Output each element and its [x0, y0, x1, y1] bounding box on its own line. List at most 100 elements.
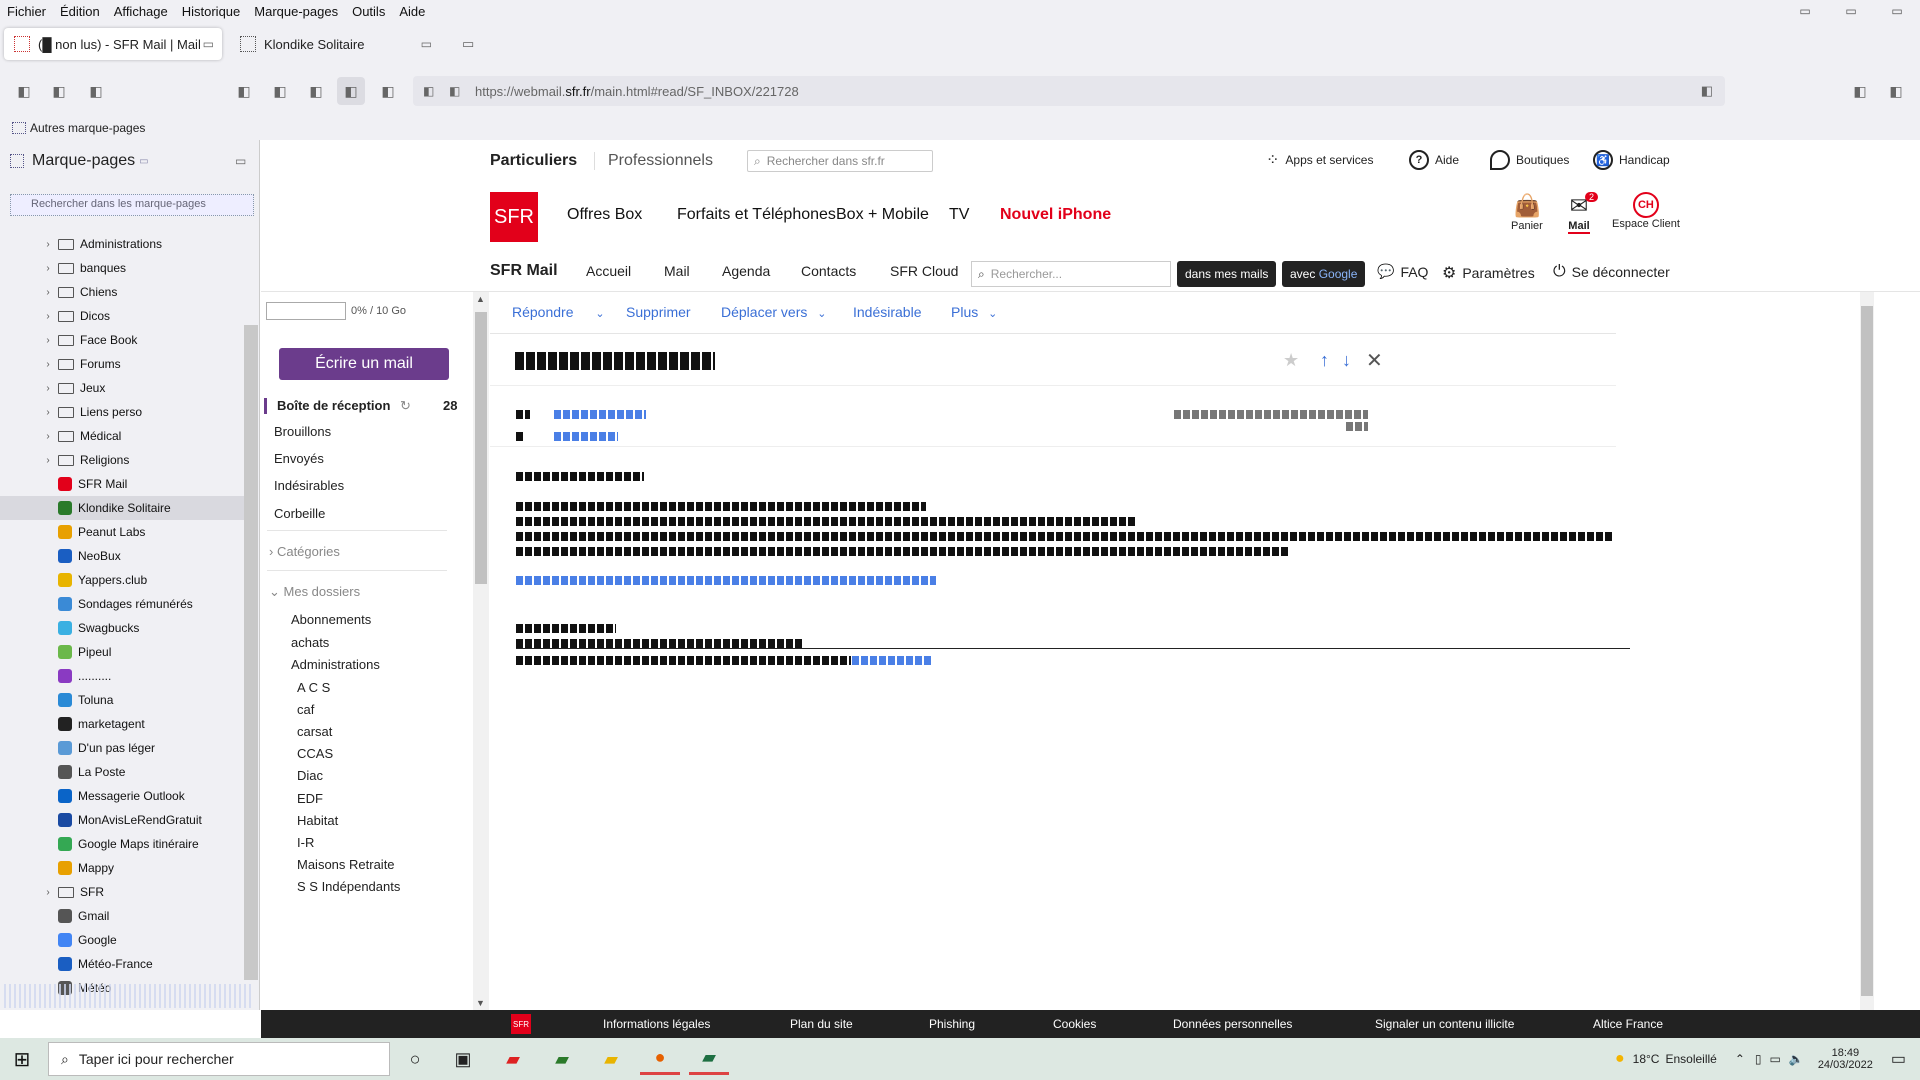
nav-tv[interactable]: TV [949, 206, 969, 224]
folder-envoyes[interactable]: Envoyés [274, 451, 324, 466]
bookmark-item[interactable]: ›Pipeul [0, 640, 244, 664]
bookmark-item[interactable]: ›MonAvisLeRendGratuit [0, 808, 244, 832]
bookmark-item[interactable]: ›Yappers.club [0, 568, 244, 592]
chevron-right-icon[interactable]: › [42, 455, 54, 466]
folders-scroll-thumb[interactable] [475, 312, 487, 584]
bookmark-item[interactable]: › Dicos [0, 304, 244, 328]
menu-fichier[interactable]: Fichier [0, 4, 53, 19]
folder-corbeille[interactable]: Corbeille [274, 506, 325, 521]
categories-toggle[interactable]: › Catégories [269, 544, 340, 559]
forward-icon[interactable]: ◧ [45, 77, 73, 105]
notifications-icon[interactable]: ▭ [1891, 1049, 1906, 1069]
task-view-icon[interactable]: ▣ [443, 1043, 483, 1075]
handicap-link[interactable]: ♿ Handicap [1593, 150, 1670, 170]
nav-forfaits[interactable]: Forfaits et Téléphones [677, 206, 836, 224]
clock[interactable]: 18:49 24/03/2022 [1818, 1047, 1873, 1071]
menu-edition[interactable]: Édition [53, 4, 107, 19]
sfr-search-input[interactable]: ⌕ Rechercher dans sfr.fr [747, 150, 933, 172]
bookmark-item[interactable]: ›Mappy [0, 856, 244, 880]
user-folder-item[interactable]: achats [291, 635, 329, 650]
to-address[interactable] [554, 432, 618, 441]
tab-klondike[interactable]: Klondike Solitaire ▭ [230, 28, 440, 60]
chevron-right-icon[interactable]: › [42, 239, 54, 250]
close-window-icon[interactable]: ▭ [1874, 0, 1920, 22]
sub-folder-item[interactable]: A C S [297, 680, 330, 695]
bookmark-item[interactable]: › SFR [0, 880, 244, 904]
reload-icon[interactable]: ◧ [82, 77, 110, 105]
url-bar[interactable]: ◧ ◧ https://webmail.sfr.fr/main.html#rea… [413, 76, 1725, 106]
toolbar-icon-4[interactable]: ◧ [374, 77, 402, 105]
nav-offres-box[interactable]: Offres Box [567, 206, 642, 224]
chevron-right-icon[interactable]: › [42, 383, 54, 394]
logout-link[interactable]: ⏻ Se déconnecter [1553, 263, 1670, 281]
folder-inbox[interactable]: Boîte de réception ↻ [264, 398, 411, 414]
bookmark-item[interactable]: ›.......... [0, 664, 244, 688]
chevron-right-icon[interactable]: › [42, 311, 54, 322]
subnav-agenda[interactable]: Agenda [722, 263, 770, 279]
weather-desc[interactable]: Ensoleillé [1665, 1052, 1716, 1066]
bookmark-item[interactable]: ›Messagerie Outlook [0, 784, 244, 808]
app-icon-2[interactable]: ▰ [542, 1043, 582, 1075]
taskbar-search-input[interactable]: ⌕ Taper ici pour rechercher [48, 1042, 390, 1076]
nav-nouvel-iphone[interactable]: Nouvel iPhone [1000, 206, 1111, 224]
mail-link[interactable]: ✉ 2 Mail [1566, 192, 1599, 234]
body-link[interactable] [516, 576, 936, 585]
bookmark-item[interactable]: › Médical [0, 424, 244, 448]
sidebar-toggle-icon[interactable]: ◧ [337, 77, 365, 105]
app-menu-icon[interactable]: ◧ [1882, 77, 1910, 105]
spam-button[interactable]: Indésirable [853, 304, 922, 320]
windows-start-icon[interactable]: ⊞ [2, 1043, 42, 1075]
bookmark-item[interactable]: ›marketagent [0, 712, 244, 736]
sub-folder-item[interactable]: Maisons Retraite [297, 857, 395, 872]
compose-button[interactable]: Écrire un mail [279, 348, 449, 380]
faq-link[interactable]: 💬 FAQ [1377, 263, 1428, 280]
bookmark-item[interactable]: ›SFR Mail [0, 472, 244, 496]
chevron-right-icon[interactable]: › [42, 335, 54, 346]
link-professionnels[interactable]: Professionnels [594, 152, 713, 170]
chevron-right-icon[interactable]: › [42, 431, 54, 442]
bookmark-item[interactable]: › Chiens [0, 280, 244, 304]
sfr-mail-brand[interactable]: SFR Mail [490, 262, 558, 280]
close-sidebar-icon[interactable]: ▭ [235, 154, 246, 168]
user-folder-item[interactable]: Abonnements [291, 612, 371, 627]
tab-sfr-mail[interactable]: (█ non lus) - SFR Mail | Mail ▭ [4, 28, 222, 60]
bookmark-item[interactable]: ›D'un pas léger [0, 736, 244, 760]
cortana-icon[interactable]: ○ [395, 1043, 435, 1075]
chevron-right-icon[interactable]: › [42, 359, 54, 370]
toolbar-icon-2[interactable]: ◧ [266, 77, 294, 105]
espace-client-link[interactable]: CH Espace Client [1612, 192, 1680, 230]
network-icon[interactable]: ▭ [1770, 1052, 1781, 1066]
folder-indesirables[interactable]: Indésirables [274, 478, 344, 493]
scroll-down-icon[interactable]: ▼ [476, 998, 485, 1008]
panier-link[interactable]: 👜 Panier [1511, 192, 1543, 232]
bookmark-item[interactable]: › Jeux [0, 376, 244, 400]
bookmark-item[interactable]: ›Google [0, 928, 244, 952]
more-button[interactable]: Plus ⌄ [951, 304, 997, 320]
from-address[interactable] [554, 410, 646, 419]
chevron-right-icon[interactable]: › [42, 407, 54, 418]
bookmark-item[interactable]: › banques [0, 256, 244, 280]
sfr-logo[interactable]: SFR [490, 192, 538, 242]
search-google-button[interactable]: avec Google [1282, 261, 1366, 287]
app-icon-1[interactable]: ▰ [493, 1043, 533, 1075]
bookmark-item[interactable]: › Face Book [0, 328, 244, 352]
weather-temp[interactable]: 18°C [1633, 1052, 1660, 1066]
chevron-right-icon[interactable]: › [42, 287, 54, 298]
bookmarks-search-input[interactable]: Rechercher dans les marque-pages [10, 194, 254, 216]
firefox-icon[interactable]: ● [640, 1043, 680, 1075]
bookmark-item[interactable]: ›Klondike Solitaire [0, 496, 244, 520]
bookmark-item[interactable]: › Religions [0, 448, 244, 472]
aide-link[interactable]: ? Aide [1409, 150, 1459, 170]
bookmark-star-icon[interactable]: ◧ [1701, 83, 1713, 99]
bookmark-item[interactable]: ›Peanut Labs [0, 520, 244, 544]
sub-folder-item[interactable]: carsat [297, 724, 332, 739]
bookmark-item[interactable]: ›La Poste [0, 760, 244, 784]
footer-donnees-personnelles[interactable]: Données personnelles [1173, 1017, 1292, 1031]
volume-icon[interactable]: 🔈 [1789, 1052, 1804, 1066]
boutiques-link[interactable]: Boutiques [1490, 150, 1569, 170]
message-scroll-thumb[interactable] [1861, 306, 1873, 996]
sub-folder-item[interactable]: Diac [297, 768, 323, 783]
footer-plan-du-site[interactable]: Plan du site [790, 1017, 853, 1031]
sub-folder-item[interactable]: CCAS [297, 746, 333, 761]
excel-icon[interactable]: ▰ [689, 1043, 729, 1075]
